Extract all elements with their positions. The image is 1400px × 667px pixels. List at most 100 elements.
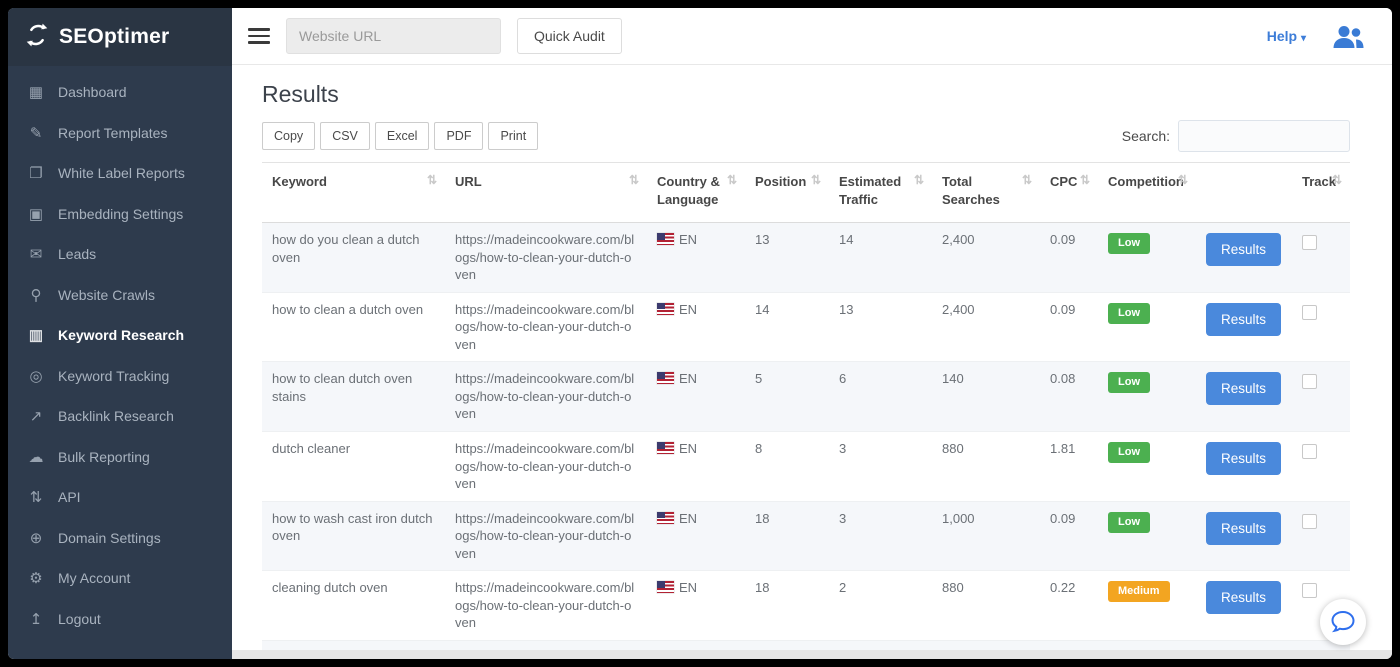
- column-header-competition[interactable]: Competition⇅: [1098, 163, 1196, 223]
- sidebar-item-api[interactable]: ⇅ API: [8, 477, 232, 518]
- menu-toggle-icon[interactable]: [248, 28, 270, 44]
- cell-keyword: how to wash cast iron dutch oven: [262, 501, 445, 571]
- track-checkbox[interactable]: [1302, 374, 1317, 389]
- column-header-position[interactable]: Position⇅: [745, 163, 829, 223]
- sort-icon: ⇅: [1178, 173, 1188, 191]
- table-toolbar: CopyCSVExcelPDFPrint Search:: [262, 120, 1350, 152]
- language-code: EN: [679, 232, 697, 247]
- bulk-reporting-icon: ☁: [27, 448, 45, 466]
- competition-badge: Medium: [1108, 581, 1170, 602]
- cell-url: https://madeincookware.com/blogs/how-to-…: [445, 501, 647, 571]
- copy-export-button[interactable]: Copy: [262, 122, 315, 150]
- cell-total-searches: 2,400: [932, 292, 1040, 362]
- sidebar-item-website-crawls[interactable]: ⚲ Website Crawls: [8, 275, 232, 316]
- results-button[interactable]: Results: [1206, 233, 1281, 266]
- cell-cpc: 0.09: [1040, 223, 1098, 293]
- cell-position: 18: [745, 501, 829, 571]
- csv-export-button[interactable]: CSV: [320, 122, 370, 150]
- sidebar-item-leads[interactable]: ✉ Leads: [8, 234, 232, 275]
- search-input[interactable]: [1178, 120, 1350, 152]
- sort-icon: ⇅: [427, 173, 437, 191]
- column-header-country-language[interactable]: Country & Language⇅: [647, 163, 745, 223]
- results-button[interactable]: Results: [1206, 581, 1281, 614]
- sidebar-item-dashboard[interactable]: ▦ Dashboard: [8, 72, 232, 113]
- cell-estimated-traffic: 3: [829, 501, 932, 571]
- results-button[interactable]: Results: [1206, 442, 1281, 475]
- us-flag-icon: [657, 442, 674, 454]
- brand-logo[interactable]: SEOptimer: [8, 8, 232, 66]
- table-row: how to wash cast iron dutch oven https:/…: [262, 501, 1350, 571]
- results-button[interactable]: Results: [1206, 512, 1281, 545]
- us-flag-icon: [657, 512, 674, 524]
- cell-estimated-traffic: 3: [829, 432, 932, 502]
- track-checkbox[interactable]: [1302, 305, 1317, 320]
- language-code: EN: [679, 302, 697, 317]
- us-flag-icon: [657, 303, 674, 315]
- sidebar-item-embedding-settings[interactable]: ▣ Embedding Settings: [8, 194, 232, 235]
- website-url-input[interactable]: [286, 18, 501, 54]
- cell-country: EN: [647, 571, 745, 641]
- quick-audit-button[interactable]: Quick Audit: [517, 18, 622, 54]
- column-header-estimated-traffic[interactable]: Estimated Traffic⇅: [829, 163, 932, 223]
- language-code: EN: [679, 371, 697, 386]
- sidebar-item-white-label-reports[interactable]: ❐ White Label Reports: [8, 153, 232, 194]
- sidebar-item-backlink-research[interactable]: ↗ Backlink Research: [8, 396, 232, 437]
- track-checkbox[interactable]: [1302, 444, 1317, 459]
- sidebar-item-bulk-reporting[interactable]: ☁ Bulk Reporting: [8, 437, 232, 478]
- report-templates-icon: ✎: [27, 124, 45, 142]
- search-box: Search:: [1122, 120, 1350, 152]
- cell-url: https://madeincookware.com/blogs/how-to-…: [445, 571, 647, 641]
- track-checkbox[interactable]: [1302, 235, 1317, 250]
- competition-badge: Low: [1108, 372, 1150, 393]
- cell-position: 5: [745, 362, 829, 432]
- cell-url: https://madeincookware.com/blogs/how-to-…: [445, 640, 647, 650]
- competition-badge: Low: [1108, 303, 1150, 324]
- cell-estimated-traffic: 2: [829, 571, 932, 641]
- keyword-research-icon: ▥: [27, 326, 45, 344]
- sort-icon: ⇅: [629, 173, 639, 191]
- results-button[interactable]: Results: [1206, 372, 1281, 405]
- results-page: Results CopyCSVExcelPDFPrint Search: Key…: [232, 65, 1392, 650]
- sidebar-item-keyword-research[interactable]: ▥ Keyword Research: [8, 315, 232, 356]
- results-button[interactable]: Results: [1206, 303, 1281, 336]
- sort-icon: ⇅: [1080, 173, 1090, 191]
- table-row: how to clean dutch oven stains https://m…: [262, 362, 1350, 432]
- column-header-cpc[interactable]: CPC⇅: [1040, 163, 1098, 223]
- cell-estimated-traffic: 2: [829, 640, 932, 650]
- my-account-icon: ⚙: [27, 569, 45, 587]
- website-crawls-icon: ⚲: [27, 286, 45, 304]
- leads-icon: ✉: [27, 245, 45, 263]
- seoptimer-logo-icon: [24, 22, 50, 53]
- sidebar-item-keyword-tracking[interactable]: ◎ Keyword Tracking: [8, 356, 232, 397]
- column-header-total-searches[interactable]: Total Searches⇅: [932, 163, 1040, 223]
- chat-widget-button[interactable]: [1320, 599, 1366, 645]
- track-checkbox[interactable]: [1302, 514, 1317, 529]
- us-flag-icon: [657, 233, 674, 245]
- table-row: cleaning dutch oven https://madeincookwa…: [262, 571, 1350, 641]
- cell-keyword: cleaning dutch oven: [262, 571, 445, 641]
- pdf-export-button[interactable]: PDF: [434, 122, 483, 150]
- column-header-track[interactable]: Track⇅: [1292, 163, 1350, 223]
- user-account-icon[interactable]: [1330, 23, 1366, 50]
- help-menu[interactable]: Help ▾: [1267, 28, 1306, 44]
- column-header-keyword[interactable]: Keyword⇅: [262, 163, 445, 223]
- cell-position: 8: [745, 432, 829, 502]
- print-export-button[interactable]: Print: [488, 122, 538, 150]
- sidebar-item-logout[interactable]: ↥ Logout: [8, 599, 232, 640]
- cell-keyword: how to clean a dutch oven: [262, 292, 445, 362]
- sidebar-item-report-templates[interactable]: ✎ Report Templates: [8, 113, 232, 154]
- cell-position: 14: [745, 292, 829, 362]
- results-table-body: how do you clean a dutch oven https://ma…: [262, 223, 1350, 650]
- cell-cpc: 0.09: [1040, 501, 1098, 571]
- sort-icon: ⇅: [1022, 173, 1032, 208]
- caret-down-icon: ▾: [1301, 33, 1306, 44]
- excel-export-button[interactable]: Excel: [375, 122, 430, 150]
- sort-icon: ⇅: [727, 173, 737, 208]
- column-header-url[interactable]: URL⇅: [445, 163, 647, 223]
- competition-badge: Low: [1108, 233, 1150, 254]
- track-checkbox[interactable]: [1302, 583, 1317, 598]
- sidebar-item-domain-settings[interactable]: ⊕ Domain Settings: [8, 518, 232, 559]
- cell-country: EN: [647, 362, 745, 432]
- sidebar-item-my-account[interactable]: ⚙ My Account: [8, 558, 232, 599]
- cell-estimated-traffic: 13: [829, 292, 932, 362]
